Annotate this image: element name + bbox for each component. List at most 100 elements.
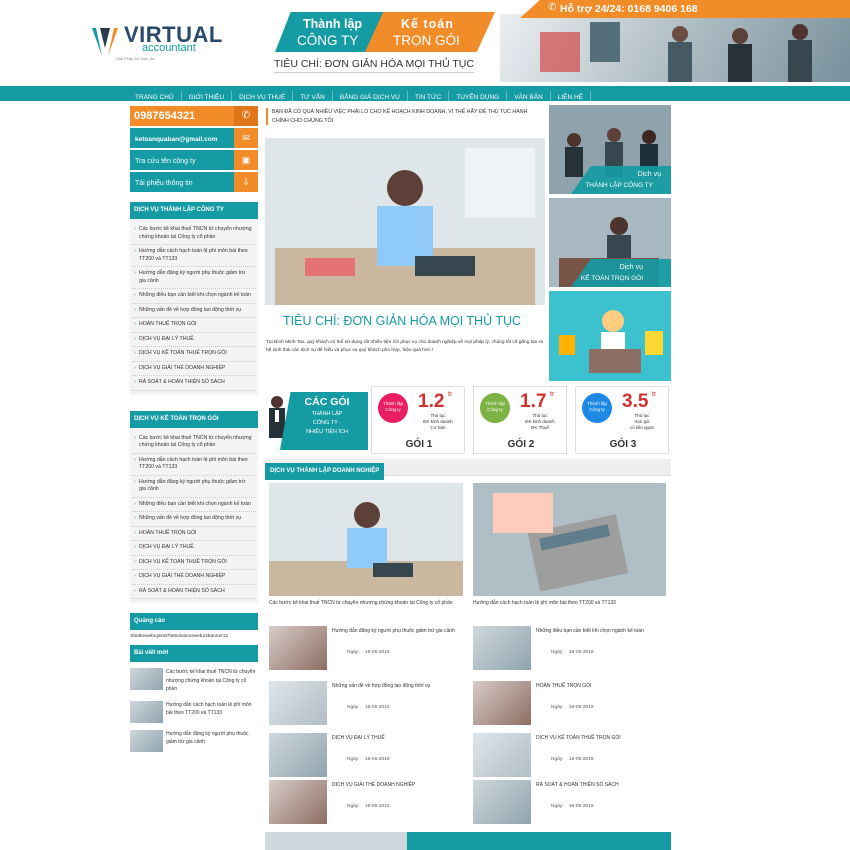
package-card-1[interactable]: Thành lập Công ty 1.2 tr Thủ tục ĐK kinh do…: [371, 386, 465, 454]
sidebar-link[interactable]: HOÀN THUẾ TRỌN GÓI: [132, 318, 256, 333]
package-circle: Thành lập Công ty: [480, 393, 510, 423]
post-item[interactable]: DỊCH VỤ KẾ TOÁN THUẾ TRỌN GÓI Ngày: 16-05-…: [473, 733, 669, 779]
service-thanh-lap-card[interactable]: Dịch vụ THÀNH LẬP CÔNG TY: [549, 105, 671, 194]
nav-item-0[interactable]: TRANG CHỦ: [128, 91, 182, 105]
post-item[interactable]: DỊCH VỤ GIẢI THỂ DOANH NGHIỆP Ngày: 16-05-…: [269, 780, 465, 826]
package-name: GÓI 2: [507, 439, 535, 450]
package-unit: tr: [448, 391, 453, 398]
post-item[interactable]: DỊCH VỤ ĐẠI LÝ THUẾ Ngày: 16-05-2019: [269, 733, 465, 779]
intro-text: BẠN ĐÃ CÓ QUÁ NHIỀU VIỆC PHẢI LO CHO KẾ …: [266, 108, 544, 125]
nav-item-7[interactable]: VĂN BẢN: [507, 91, 551, 105]
section-title[interactable]: DỊCH VỤ THÀNH LẬP DOANH NGHIỆP: [265, 463, 385, 480]
contact-lookup[interactable]: Tra cứu tên công ty ▣: [130, 150, 258, 170]
packages-promo[interactable]: CÁC GÓI THÀNH LẬP CÔNG TY - NHIỀU TIỆN Í…: [266, 388, 368, 454]
package-circle: Thành lập Công ty: [582, 393, 612, 423]
post-item[interactable]: HOÀN THUẾ TRỌN GÓI Ngày: 16-05-2019: [473, 681, 669, 727]
sidebar-heading-recent: Bài viết mới: [130, 645, 258, 662]
sidebar-link[interactable]: Những vấn đề về hợp đồng lao động thời v…: [132, 304, 256, 318]
package-price: 1.7: [520, 391, 547, 412]
sidebar-list-ke-toan: Các bước kê khai thuế TNCN từ chuyển như…: [130, 427, 258, 603]
sidebar-link[interactable]: Hướng dẫn đăng ký người phụ thuộc giảm t…: [132, 476, 256, 498]
post-date-label: Ngày:: [551, 804, 564, 809]
sidebar-link[interactable]: Những vấn đề về hợp đồng lao động thời v…: [132, 512, 256, 527]
email-icon: ✉: [234, 128, 258, 148]
sidebar-link[interactable]: Hướng dẫn cách hạch toán lệ phí môn bài …: [132, 245, 256, 267]
featured-post-image-2[interactable]: [473, 483, 666, 596]
package-unit: tr: [652, 391, 657, 398]
criteria-heading: TIÊU CHÍ: ĐƠN GIẢN HÓA MỌI THỦ TỤC: [283, 314, 522, 328]
nav-item-1[interactable]: GIỚI THIỆU: [182, 91, 233, 105]
post-title: Những vấn đề về hợp đồng lao động thời v…: [332, 683, 431, 689]
banner-photo: [500, 14, 850, 82]
contact-email[interactable]: ketoanquaban@gmail.com ✉: [130, 128, 258, 148]
sidebar-link[interactable]: Những điều bạn cần biết khi chọn ngành k…: [132, 498, 256, 512]
contact-download[interactable]: Tải phiếu thông tin ⇩: [130, 172, 258, 192]
nav-item-2[interactable]: DỊCH VỤ THUẾ: [232, 91, 294, 105]
hotline-text: Hỗ trợ 24/24: 0168 9406 168: [560, 3, 698, 15]
download-icon: ⇩: [234, 172, 258, 192]
intro-body: Tại Bình Minh Tax, quý khách có thể sử d…: [266, 340, 543, 353]
post-item[interactable]: Hướng dẫn đăng ký người phụ thuộc giảm t…: [269, 626, 465, 672]
post-thumb: [473, 681, 531, 725]
nav-item-8[interactable]: LIÊN HỆ: [551, 91, 592, 105]
package-desc: Thủ tục ĐK kinh doanh ĐK Thuế: [525, 413, 555, 430]
phone-icon: ✆: [234, 106, 258, 126]
post-date-label: Ngày:: [551, 650, 564, 655]
post-thumb: [473, 626, 531, 670]
sidebar-link[interactable]: DỊCH VỤ KẾ TOÁN THUẾ TRỌN GÓI: [132, 347, 256, 362]
sidebar-link[interactable]: DỊCH VỤ ĐẠI LÝ THUẾ: [132, 541, 256, 556]
post-item[interactable]: Những vấn đề về hợp đồng lao động thời v…: [269, 681, 465, 727]
featured-post-image-1[interactable]: [269, 483, 463, 596]
post-title: DỊCH VỤ KẾ TOÁN THUẾ TRỌN GÓI: [536, 735, 621, 741]
post-date: 16-05-2019: [569, 757, 594, 762]
nav-item-6[interactable]: TUYỂN DỤNG: [449, 91, 508, 105]
logo[interactable]: VIRTUAL accountant Giải Pháp Kế toán Ảo: [90, 22, 250, 67]
sidebar-link[interactable]: Hướng dẫn đăng ký người phụ thuộc giảm t…: [132, 267, 256, 289]
package-card-2[interactable]: Thành lập Công ty 1.7 tr Thủ tục ĐK kinh do…: [473, 386, 567, 454]
sidebar-link[interactable]: DỊCH VỤ GIẢI THỂ DOANH NGHIỆP: [132, 362, 256, 376]
sidebar-heading-thanh-lap: DỊCH VỤ THÀNH LẬP CÔNG TY: [130, 202, 258, 219]
post-title: RÀ SOÁT & HOÀN THIỆN SỔ SÁCH: [536, 782, 619, 788]
post-item[interactable]: RÀ SOÁT & HOÀN THIỆN SỔ SÁCH Ngày: 16-05-2…: [473, 780, 669, 826]
nav-item-4[interactable]: BẢNG GIÁ DỊCH VỤ: [333, 91, 408, 105]
recent-post[interactable]: Hướng dẫn đăng ký người phụ thuộc giảm t…: [130, 729, 258, 752]
sidebar-link[interactable]: DỊCH VỤ KẾ TOÁN THUẾ TRỌN GÓI: [132, 556, 256, 570]
hotline-bar[interactable]: ✆ Hỗ trợ 24/24: 0168 9406 168: [520, 0, 850, 18]
sidebar-link[interactable]: Những điều bạn cần biết khi chọn ngành k…: [132, 289, 256, 304]
sidebar-heading-ads: Quảng cáo: [130, 613, 258, 630]
recent-post-title: Hướng dẫn đăng ký người phụ thuộc giảm t…: [166, 730, 249, 746]
sidebar-link[interactable]: Các bước kê khai thuế TNCN từ chuyển như…: [132, 223, 256, 245]
featured-post-title-2[interactable]: Hướng dẫn cách hạch toán lệ phí môn bài …: [473, 600, 669, 607]
post-thumb: [269, 626, 327, 670]
logo-mark-icon: [90, 26, 120, 60]
featured-post-title-1[interactable]: Các bước kê khai thuế TNCN từ chuyển như…: [269, 600, 465, 607]
recent-post[interactable]: Các bước kê khai thuế TNCN từ chuyển như…: [130, 668, 258, 694]
service-ke-toan-card[interactable]: Dịch vụ KẾ TOÁN TRỌN GÓI: [549, 198, 671, 287]
nav-item-5[interactable]: TIN TỨC: [408, 91, 450, 105]
recent-post-thumb: [130, 668, 163, 690]
sidebar-link[interactable]: Các bước kê khai thuế TNCN từ chuyển như…: [132, 432, 256, 454]
recent-post-thumb: [130, 700, 163, 723]
service-illustration-card[interactable]: [549, 291, 671, 381]
post-date: 16-05-2019: [569, 705, 594, 710]
sidebar-link[interactable]: RÀ SOÁT & HOÀN THIỆN SỔ SÁCH: [132, 585, 256, 599]
sidebar-link[interactable]: DỊCH VỤ GIẢI THỂ DOANH NGHIỆP: [132, 570, 256, 585]
briefcase-icon: ▣: [234, 150, 258, 170]
contact-phone[interactable]: 0987654321 ✆: [130, 106, 258, 126]
sidebar-link[interactable]: HOÀN THUẾ TRỌN GÓI: [132, 527, 256, 541]
post-title: DỊCH VỤ GIẢI THỂ DOANH NGHIỆP: [332, 782, 416, 788]
sidebar-link[interactable]: RÀ SOÁT & HOÀN THIỆN SỔ SÁCH: [132, 376, 256, 391]
banner-ke-toan[interactable]: Kế toán TRỌN GÓI: [365, 12, 495, 52]
package-card-3[interactable]: Thành lập Công ty 3.5 tr Thủ tục trọn gói c…: [575, 386, 669, 454]
ads-text[interactable]: thietkewebuytin07tatsolutionsweb24banner…: [130, 630, 258, 643]
recent-post[interactable]: Hướng dẫn cách hạch toán lệ phí môn bài …: [130, 700, 258, 723]
nav-item-3[interactable]: TƯ VẤN: [293, 91, 333, 105]
logo-tagline: Giải Pháp Kế toán Ảo: [116, 56, 155, 61]
package-desc: Thủ tục trọn gói có liên quan: [629, 413, 655, 430]
post-thumb: [269, 681, 327, 725]
sidebar-link[interactable]: DỊCH VỤ ĐẠI LÝ THUẾ: [132, 333, 256, 347]
post-date-label: Ngày:: [347, 705, 360, 710]
post-item[interactable]: Những điều bạn cần biết khi chọn ngành k…: [473, 626, 669, 672]
sidebar-link[interactable]: Hướng dẫn cách hạch toán lệ phí môn bài …: [132, 454, 256, 476]
post-date: 16-05-2019: [365, 757, 390, 762]
